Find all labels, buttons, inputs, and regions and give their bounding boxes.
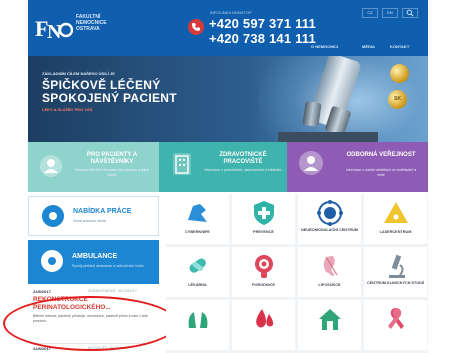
- tile-ribbon[interactable]: [364, 300, 427, 350]
- highlight-ellipse: [3, 296, 178, 351]
- band-patients[interactable]: PRO PACIENTY A NÁVŠTĚVNÍKY Veškeré důlež…: [28, 142, 159, 192]
- person-icon: [299, 151, 323, 175]
- lang-button-en[interactable]: EN: [382, 8, 398, 18]
- search-icon: [406, 9, 414, 17]
- news-date: 22/8/2017: [33, 289, 51, 294]
- search-button[interactable]: [402, 8, 418, 18]
- ambulance-subtitle: Rychlý přehled ambulancí a ordinačních h…: [72, 264, 144, 268]
- tile-label: NEUROMODULAČNÍ CENTRUM: [301, 228, 358, 232]
- page: F N FAKULTNÍ NEMOCNICE OSTRAVA INFOLINKA…: [0, 0, 453, 353]
- microscope-stage: [278, 132, 378, 142]
- logo-text: FAKULTNÍ NEMOCNICE OSTRAVA: [76, 14, 126, 32]
- nav-media[interactable]: MÉDIA: [362, 44, 375, 49]
- lungs-icon: [166, 304, 229, 334]
- contact-label: INFOLINKA NONSTOP: [210, 10, 252, 15]
- tile-label: LASERCENTRUM: [379, 230, 412, 234]
- cyberknife-icon: [166, 198, 229, 228]
- job-offers-card[interactable]: NABÍDKA PRÁCE Volná pracovní místa: [28, 196, 159, 236]
- tile-label: LIPOSUKCE: [318, 283, 341, 287]
- hero-banner[interactable]: ZÁKLADNÍM CÍLEM NAŠEHO ÚSILÍ JE ŠPIČKOVĚ…: [28, 56, 428, 142]
- tile-label: CYBERKNIFE: [185, 230, 210, 234]
- microscope-lens: [302, 101, 322, 127]
- tile-label: PORODNICE: [252, 283, 275, 287]
- hero-cta-link[interactable]: LÉKY A SLUŽBY PRO VÁS: [42, 107, 92, 112]
- ear-icon: [298, 251, 361, 281]
- band-title: PRO PACIENTY A NÁVŠTĚVNÍKY: [86, 152, 138, 165]
- tile-label: PREVENCE: [253, 230, 274, 234]
- microscope-icon: [364, 251, 427, 281]
- band-departments[interactable]: ZDRAVOTNICKÉ PRACOVIŠTĚ Informace o prac…: [159, 142, 287, 192]
- phone-icon: [188, 19, 204, 35]
- tile-prevence[interactable]: PREVENCE: [232, 194, 295, 244]
- tile-porodnice[interactable]: PORODNICE: [232, 247, 295, 297]
- nav-o-nemocnici[interactable]: O NEMOCNICI: [311, 44, 338, 49]
- quality-seal-icon: [390, 64, 409, 83]
- home-icon: [298, 304, 361, 334]
- tile-lekarna[interactable]: LÉKÁRNA: [166, 247, 229, 297]
- news-tag[interactable]: ZDRAVOTNICKÉ · AKTUALITY: [88, 289, 137, 293]
- band-subtitle: Veškeré důležité informace pro pacienty …: [75, 168, 149, 177]
- job-offers-subtitle: Volná pracovní místa: [73, 219, 106, 223]
- tile-cyberknife[interactable]: CYBERKNIFE: [166, 194, 229, 244]
- band-professionals[interactable]: ODBORNÁ VEŘEJNOST Informace o našich akt…: [287, 142, 428, 192]
- warning-triangle-icon: [364, 198, 427, 228]
- blood-drop-icon: [232, 304, 295, 334]
- phone-primary[interactable]: +420 597 371 111: [209, 16, 316, 31]
- tile-home[interactable]: [298, 300, 361, 350]
- brain-icon: [298, 198, 361, 228]
- phone-secondary[interactable]: +420 738 141 111: [209, 31, 316, 46]
- logo-line: OSTRAVA: [76, 26, 100, 32]
- seal-text: SK: [394, 96, 401, 102]
- tile-lungs[interactable]: [166, 300, 229, 350]
- shield-plus-icon: [232, 198, 295, 228]
- ambulance-title: AMBULANCE: [72, 253, 118, 260]
- tile-klinicke-studie[interactable]: CENTRUM KLINICKÝCH STUDIÍ: [364, 247, 427, 297]
- baby-icon: [232, 251, 295, 281]
- band-subtitle: Informace o našich aktivitách ve vzděláv…: [345, 168, 417, 177]
- pills-icon: [166, 251, 229, 281]
- location-pin-icon: [42, 205, 64, 227]
- services-grid: CYBERKNIFE PREVENCE NEUROMODULAČNÍ CENTR…: [166, 194, 428, 353]
- nav-kontakt[interactable]: KONTAKT: [390, 44, 409, 49]
- hero-title-line2: SPOKOJENÝ PACIENT: [42, 91, 177, 105]
- building-icon: [173, 153, 191, 175]
- band-title: ZDRAVOTNICKÉ PRACOVIŠTĚ: [219, 152, 267, 165]
- ribbon-icon: [364, 304, 427, 334]
- tile-lasercentrum[interactable]: LASERCENTRUM: [364, 194, 427, 244]
- site-header: F N FAKULTNÍ NEMOCNICE OSTRAVA INFOLINKA…: [28, 0, 428, 56]
- tile-neuromodulacni[interactable]: NEUROMODULAČNÍ CENTRUM: [298, 194, 361, 244]
- hospital-logo[interactable]: F N: [35, 12, 74, 43]
- user-icon: [40, 155, 62, 177]
- sk-seal-icon: SK: [388, 90, 407, 109]
- job-offers-title: NABÍDKA PRÁCE: [73, 208, 132, 215]
- band-title: ODBORNÁ VEŘEJNOST: [346, 152, 416, 158]
- tile-liposukce[interactable]: LIPOSUKCE: [298, 247, 361, 297]
- tile-blood[interactable]: [232, 300, 295, 350]
- tile-label: CENTRUM KLINICKÝCH STUDIÍ: [367, 281, 424, 285]
- lang-button-cz[interactable]: CZ: [362, 8, 378, 18]
- hero-kicker: ZÁKLADNÍM CÍLEM NAŠEHO ÚSILÍ JE: [42, 71, 115, 76]
- tile-label: LÉKÁRNA: [188, 283, 207, 287]
- band-subtitle: Informace o pracovištích, ambulancích a …: [204, 168, 282, 172]
- location-pin-icon: [41, 250, 63, 272]
- ambulance-card[interactable]: AMBULANCE Rychlý přehled ambulancí a ord…: [28, 240, 159, 284]
- hero-title-line1: ŠPIČKOVĚ LÉČENÝ: [42, 78, 161, 92]
